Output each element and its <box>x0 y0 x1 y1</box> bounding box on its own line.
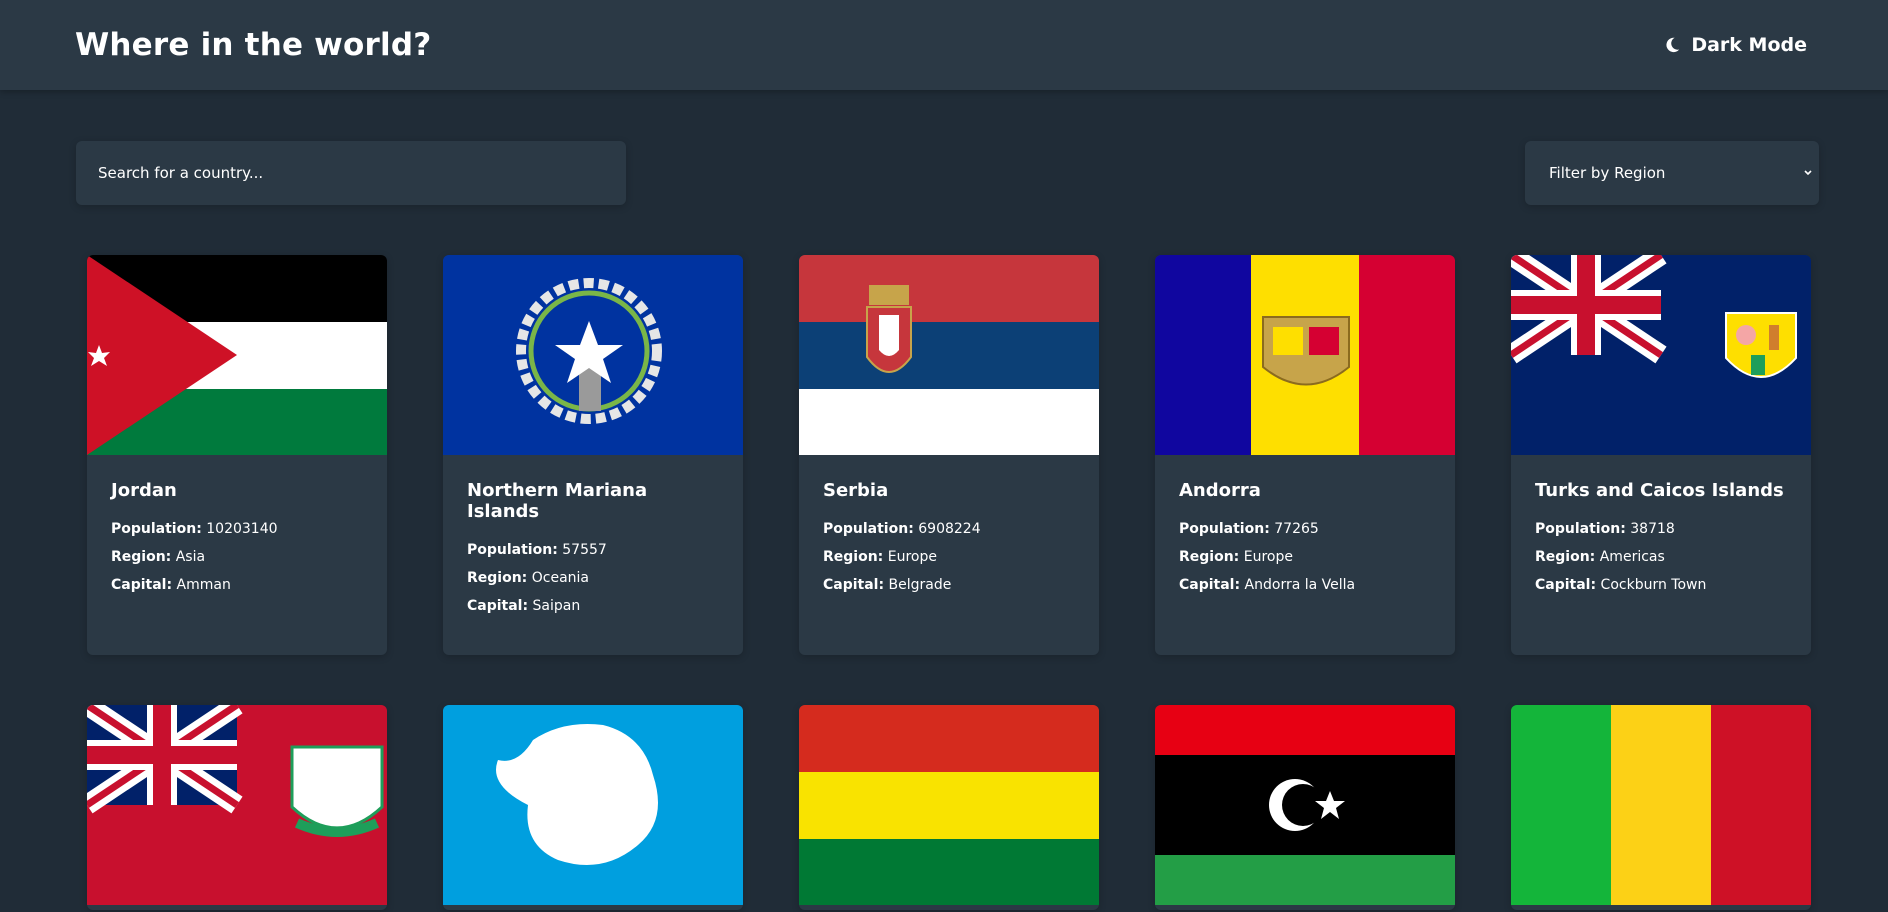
chevron-down-icon <box>1804 170 1812 176</box>
country-card[interactable]: Serbia Population: 6908224 Region: Europ… <box>799 255 1099 655</box>
capital-label: Capital: <box>823 577 885 593</box>
dark-mode-label: Dark Mode <box>1691 34 1807 56</box>
population-value: 38718 <box>1630 521 1675 537</box>
libya-flag <box>1155 705 1455 905</box>
population-value: 57557 <box>562 542 607 558</box>
population-value: 6908224 <box>918 521 981 537</box>
population-label: Population: <box>1535 521 1626 537</box>
region-label: Region: <box>467 570 528 586</box>
region-value: Europe <box>1243 549 1293 565</box>
population-value: 77265 <box>1274 521 1319 537</box>
capital-label: Capital: <box>1179 577 1241 593</box>
capital-value: Amman <box>176 577 231 593</box>
country-card[interactable] <box>87 705 387 910</box>
country-name: Turks and Caicos Islands <box>1535 480 1784 501</box>
jordan-flag <box>87 255 387 455</box>
country-name: Jordan <box>111 480 177 501</box>
search-box[interactable] <box>76 141 626 205</box>
bolivia-flag <box>799 705 1099 905</box>
population-label: Population: <box>111 521 202 537</box>
country-card[interactable]: Andorra Population: 77265 Region: Europe… <box>1155 255 1455 655</box>
region-label: Region: <box>823 549 884 565</box>
capital-value: Belgrade <box>888 577 952 593</box>
mali-flag <box>1511 705 1811 905</box>
region-label: Region: <box>1179 549 1240 565</box>
country-name: Serbia <box>823 480 889 501</box>
region-value: Europe <box>887 549 937 565</box>
andorra-flag <box>1155 255 1455 455</box>
region-value: Asia <box>175 549 206 565</box>
capital-label: Capital: <box>467 598 529 614</box>
region-value: Oceania <box>531 570 589 586</box>
capital-value: Saipan <box>532 598 581 614</box>
country-name: Andorra <box>1179 480 1261 501</box>
capital-value: Andorra la Vella <box>1244 577 1356 593</box>
country-card[interactable]: Jordan Population: 10203140 Region: Asia… <box>87 255 387 655</box>
antarctica-flag <box>443 705 743 905</box>
capital-label: Capital: <box>111 577 173 593</box>
region-label: Region: <box>111 549 172 565</box>
capital-label: Capital: <box>1535 577 1597 593</box>
population-value: 10203140 <box>206 521 278 537</box>
capital-value: Cockburn Town <box>1600 577 1707 593</box>
serbia-flag <box>799 255 1099 455</box>
population-label: Population: <box>823 521 914 537</box>
country-card[interactable] <box>1155 705 1455 910</box>
bermuda-flag <box>87 705 387 905</box>
country-card[interactable] <box>443 705 743 910</box>
region-value: Americas <box>1599 549 1665 565</box>
population-label: Population: <box>467 542 558 558</box>
dark-mode-toggle[interactable]: Dark Mode <box>1663 34 1813 56</box>
moon-icon <box>1666 37 1680 53</box>
country-card[interactable] <box>799 705 1099 910</box>
northern-mariana-islands-flag <box>443 255 743 455</box>
country-grid: Jordan Population: 10203140 Region: Asia… <box>87 255 1811 910</box>
turks-and-caicos-flag <box>1511 255 1811 455</box>
region-filter-select[interactable]: Filter by Region <box>1525 141 1819 205</box>
country-card[interactable]: Turks and Caicos Islands Population: 387… <box>1511 255 1811 655</box>
country-name: Northern Mariana Islands <box>467 480 648 522</box>
top-bar: Where in the world? Dark Mode <box>0 0 1888 90</box>
country-card[interactable] <box>1511 705 1811 910</box>
region-filter-label: Filter by Region <box>1549 164 1666 182</box>
population-label: Population: <box>1179 521 1270 537</box>
controls-bar: Filter by Region <box>76 141 1819 205</box>
region-label: Region: <box>1535 549 1596 565</box>
search-input[interactable] <box>96 163 626 183</box>
country-card[interactable]: Northern Mariana Islands Population: 575… <box>443 255 743 655</box>
page-title: Where in the world? <box>75 27 432 63</box>
